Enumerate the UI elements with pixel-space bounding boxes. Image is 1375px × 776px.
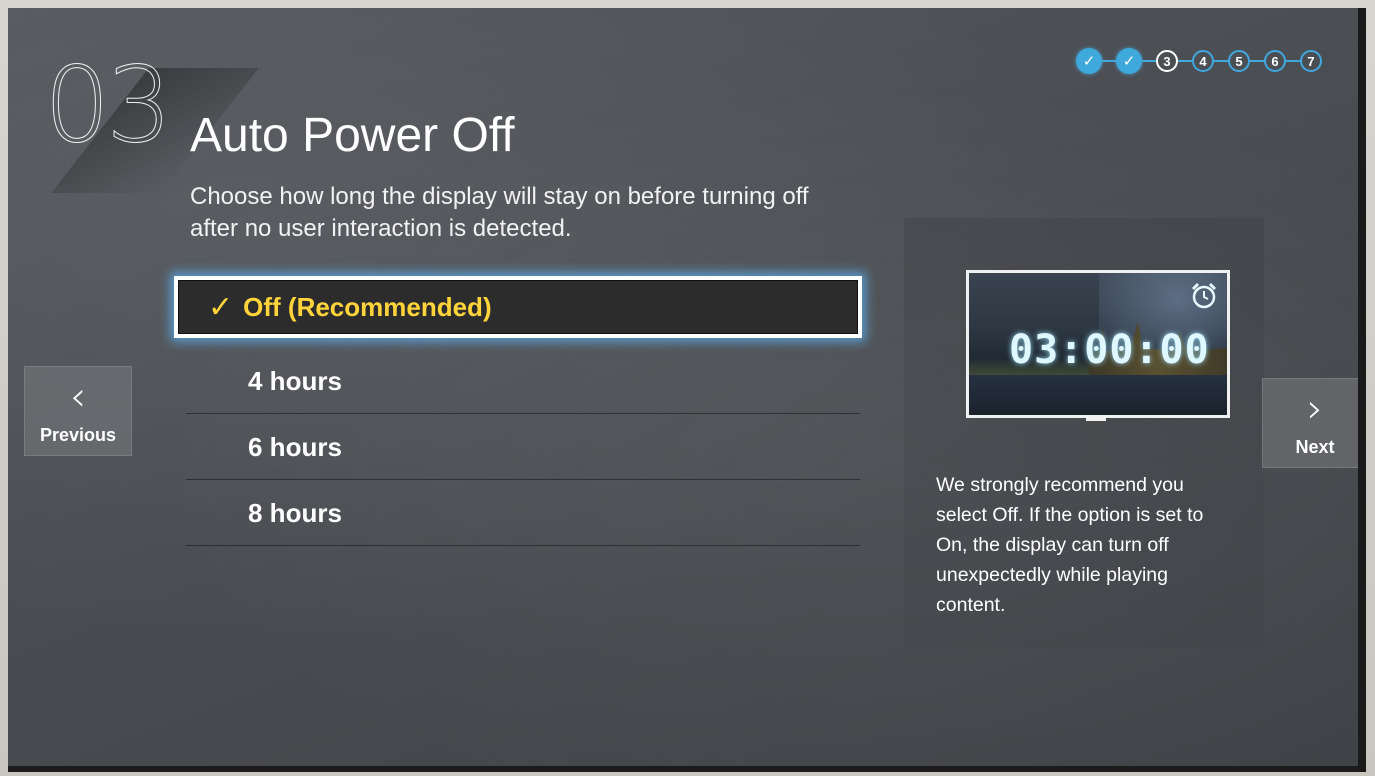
tv-bezel: 03 Auto Power Off Choose how long the di… xyxy=(0,0,1375,776)
progress-connector xyxy=(1286,60,1300,62)
progress-step-6: 6 xyxy=(1264,50,1286,72)
option-divider xyxy=(186,545,860,546)
progress-steps: ✓ ✓ 3 4 5 6 7 xyxy=(1076,48,1322,74)
power-off-options: ✓ Off (Recommended) 4 hours 6 hours 8 ho… xyxy=(168,270,868,546)
tv-preview-image: 03:00:00 xyxy=(966,270,1230,418)
progress-connector xyxy=(1142,60,1156,62)
previous-button[interactable]: ‹ Previous xyxy=(24,366,132,456)
progress-step-4: 4 xyxy=(1192,50,1214,72)
alarm-clock-icon xyxy=(1191,282,1217,309)
progress-step-5: 5 xyxy=(1228,50,1250,72)
option-label: Off (Recommended) xyxy=(243,291,492,322)
progress-connector xyxy=(1214,60,1228,62)
progress-step-1: ✓ xyxy=(1076,48,1102,74)
progress-connector xyxy=(1178,60,1192,62)
setup-screen: 03 Auto Power Off Choose how long the di… xyxy=(8,8,1366,772)
progress-step-2: ✓ xyxy=(1116,48,1142,74)
clock-readout: 03:00:00 xyxy=(1009,327,1210,373)
preview-water xyxy=(969,375,1227,415)
info-text: We strongly recommend you select Off. If… xyxy=(936,474,1204,616)
option-off-recommended[interactable]: ✓ Off (Recommended) xyxy=(168,270,868,344)
checkmark-icon: ✓ xyxy=(1082,53,1096,70)
option-6-hours[interactable]: 6 hours xyxy=(168,414,868,480)
step-number: 03 xyxy=(43,44,172,167)
next-button[interactable]: › Next xyxy=(1262,378,1358,468)
page-title: Auto Power Off xyxy=(190,109,515,162)
option-label: 6 hours xyxy=(248,431,342,462)
chevron-left-icon: ‹ xyxy=(70,373,86,420)
check-icon: ✓ xyxy=(208,290,234,324)
progress-step-7: 7 xyxy=(1300,50,1322,72)
progress-connector xyxy=(1250,60,1264,62)
option-4-hours[interactable]: 4 hours xyxy=(168,348,868,414)
checkmark-icon: ✓ xyxy=(1122,53,1136,70)
option-8-hours[interactable]: 8 hours xyxy=(168,480,868,546)
option-label: 4 hours xyxy=(248,365,342,396)
next-label: Next xyxy=(1295,436,1335,457)
previous-label: Previous xyxy=(39,424,117,445)
progress-step-3: 3 xyxy=(1156,50,1178,72)
chevron-right-icon: › xyxy=(1307,385,1323,432)
option-label: 8 hours xyxy=(248,497,342,528)
tv-preview-stand xyxy=(1086,416,1106,421)
page-description: Choose how long the display will stay on… xyxy=(190,183,809,242)
progress-connector xyxy=(1102,60,1116,62)
